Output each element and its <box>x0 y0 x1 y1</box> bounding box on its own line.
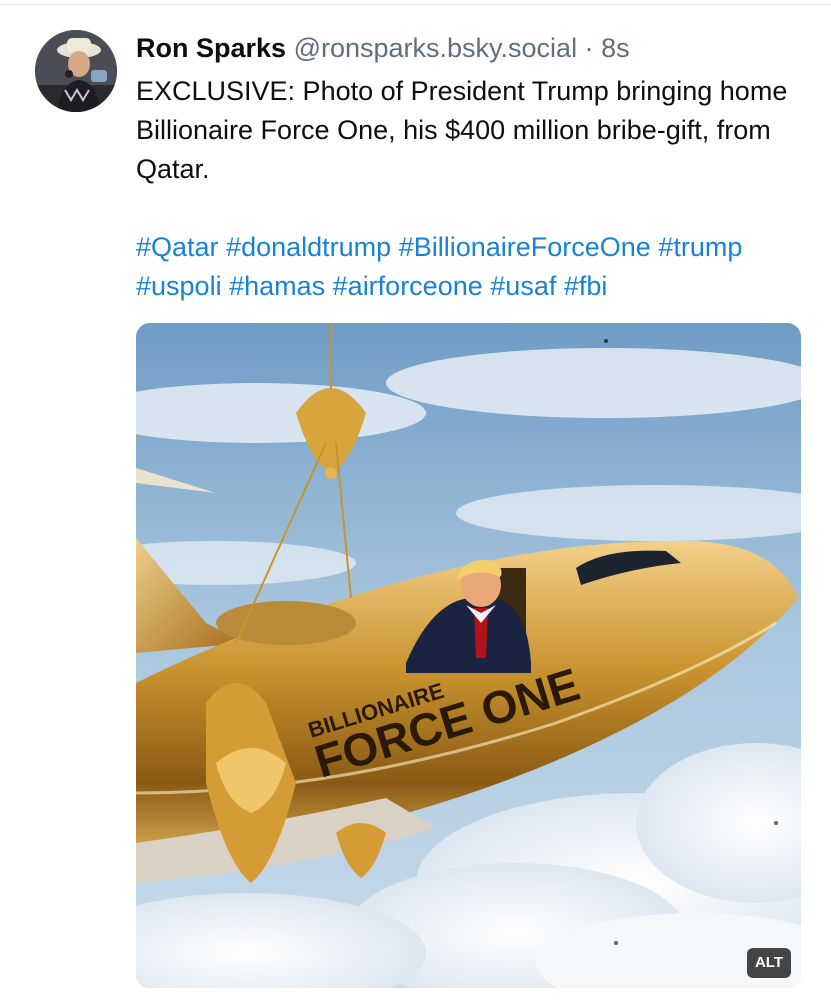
top-divider <box>0 4 831 5</box>
hashtag-list: #Qatar #donaldtrump #BillionaireForceOne… <box>136 228 816 306</box>
hashtag-link[interactable]: #trump <box>658 232 742 262</box>
hashtag-link[interactable]: #uspoli <box>136 271 222 301</box>
separator-dot: · <box>584 33 594 63</box>
hashtag-link[interactable]: #usaf <box>490 271 556 301</box>
author-handle[interactable]: @ronsparks.bsky.social <box>294 33 578 63</box>
alt-text-button[interactable]: ALT <box>746 948 791 978</box>
hashtag-link[interactable]: #airforceone <box>333 271 483 301</box>
hashtag-link[interactable]: #Qatar <box>136 232 219 262</box>
author-avatar[interactable] <box>35 30 117 112</box>
plane-illustration: BILLIONAIRE FORCE ONE <box>136 323 801 988</box>
post-timestamp[interactable]: 8s <box>601 33 630 63</box>
hashtag-link[interactable]: #hamas <box>229 271 325 301</box>
post-text: EXCLUSIVE: Photo of President Trump brin… <box>136 76 788 184</box>
post-image[interactable]: BILLIONAIRE FORCE ONE ALT <box>136 323 801 988</box>
hashtag-link[interactable]: #fbi <box>564 271 608 301</box>
hashtag-link[interactable]: #BillionaireForceOne <box>399 232 651 262</box>
avatar-image <box>35 30 117 112</box>
author-name[interactable]: Ron Sparks <box>136 33 286 63</box>
post-header: Ron Sparks @ronsparks.bsky.social · 8s <box>136 30 630 66</box>
hashtag-link[interactable]: #donaldtrump <box>226 232 391 262</box>
